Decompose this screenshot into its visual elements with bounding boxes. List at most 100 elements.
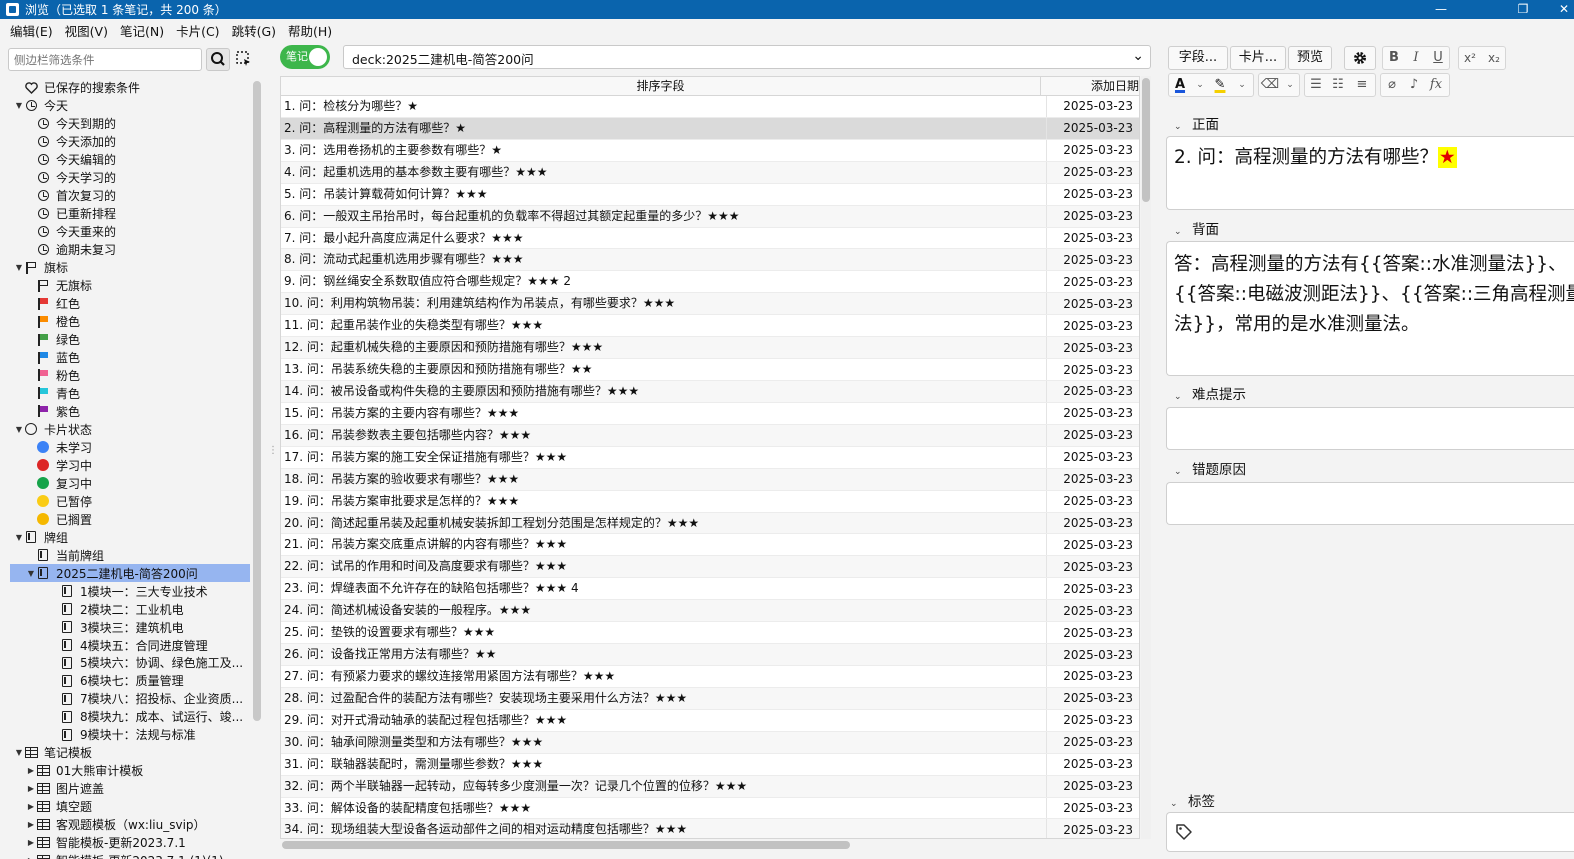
sidebar-item[interactable]: ▼ 笔记模板	[10, 744, 250, 762]
sidebar-item[interactable]: 今天编辑的	[10, 151, 250, 169]
table-row[interactable]: 31. 问：联轴器装配时，需测量哪些参数？★★★ 2025-03-23	[281, 753, 1139, 776]
settings-button[interactable]	[1344, 46, 1376, 70]
sidebar-item[interactable]: 未学习	[10, 438, 250, 456]
formula-icon[interactable]: fx	[1426, 74, 1446, 96]
chevron-down-icon[interactable]: ▼	[26, 569, 36, 578]
sidebar-item[interactable]: 5模块六：协调、绿色施工及...	[10, 654, 250, 672]
table-row[interactable]: 14. 问：被吊设备或构件失稳的主要原因和预防措施有哪些？★★★ 2025-03-…	[281, 380, 1139, 403]
tags-field[interactable]	[1166, 812, 1574, 852]
sidebar-item[interactable]: 7模块八：招投标、企业资质...	[10, 690, 250, 708]
menu-notes[interactable]: 笔记(N)	[114, 21, 170, 40]
table-vertical-scrollbar[interactable]	[1141, 76, 1151, 839]
scrollbar-thumb[interactable]	[1142, 78, 1150, 202]
error-reason-field[interactable]	[1166, 482, 1574, 525]
sidebar-item[interactable]: ▶ 填空题	[10, 798, 250, 816]
table-row[interactable]: 30. 问：轴承间隙测量类型和方法有哪些？★★★ 2025-03-23	[281, 731, 1139, 754]
chevron-down-icon[interactable]: ⌄	[1174, 227, 1192, 237]
table-row[interactable]: 21. 问：吊装方案交底重点讲解的内容有哪些？★★★ 2025-03-23	[281, 534, 1139, 557]
chevron-down-icon[interactable]: ▼	[14, 101, 24, 110]
chevron-right-icon[interactable]: ▶	[26, 802, 36, 811]
table-row[interactable]: 7. 问：最小起升高度应满足什么要求？★★★ 2025-03-23	[281, 227, 1139, 250]
table-row[interactable]: 12. 问：起重机械失稳的主要原因和预防措施有哪些？★★★ 2025-03-23	[281, 337, 1139, 360]
sidebar-item[interactable]: 蓝色	[10, 349, 250, 367]
chevron-down-icon[interactable]: ⌄	[1280, 74, 1300, 96]
chevron-down-icon[interactable]: ⌄	[1170, 799, 1188, 809]
sidebar-item[interactable]: ▼ 卡片状态	[10, 420, 250, 438]
sidebar-item[interactable]: ▶ 图片遮盖	[10, 780, 250, 798]
table-row[interactable]: 2. 问：高程测量的方法有哪些？★ 2025-03-23	[281, 117, 1139, 140]
sidebar-item[interactable]: 1模块一：三大专业技术	[10, 582, 250, 600]
superscript-button[interactable]: x²	[1460, 47, 1480, 69]
table-row[interactable]: 23. 问：焊缝表面不允许存在的缺陷包括哪些？★★★ 4 2025-03-23	[281, 578, 1139, 601]
sidebar-item[interactable]: 橙色	[10, 313, 250, 331]
microphone-icon[interactable]: ♪	[1404, 74, 1424, 96]
sidebar-scrollbar[interactable]	[253, 81, 261, 721]
sidebar-item[interactable]: 逾期未复习	[10, 241, 250, 259]
column-added-date[interactable]: 添加日期	[1041, 77, 1139, 95]
table-row[interactable]: 10. 问：利用构筑物吊装：利用建筑结构作为吊装点，有哪些要求？★★★ 2025-…	[281, 293, 1139, 316]
splitter-handle[interactable]: ⋮	[268, 445, 278, 459]
table-row[interactable]: 6. 问：一般双主吊抬吊时，每台起重机的负载率不得超过其额定起重量的多少？★★★…	[281, 205, 1139, 228]
sidebar-item[interactable]: 无旗标	[10, 277, 250, 295]
table-row[interactable]: 9. 问：钢丝绳安全系数取值应符合哪些规定？★★★ 2 2025-03-23	[281, 271, 1139, 294]
sidebar-item[interactable]: ▶ 客观题模板（wx:liu_svip）	[10, 816, 250, 834]
table-row[interactable]: 28. 问：过盈配合件的装配方法有哪些？安装现场主要采用什么方法？★★★ 2025…	[281, 687, 1139, 710]
align-icon[interactable]: ≡	[1352, 74, 1372, 96]
sidebar-item[interactable]: 首次复习的	[10, 187, 250, 205]
sidebar-item[interactable]: 已暂停	[10, 492, 250, 510]
sidebar-item[interactable]: 青色	[10, 384, 250, 402]
chevron-down-icon[interactable]: ⌄	[1190, 74, 1210, 96]
table-row[interactable]: 19. 问：吊装方案审批要求是怎样的？★★★ 2025-03-23	[281, 490, 1139, 513]
chevron-right-icon[interactable]: ▶	[26, 838, 36, 847]
sidebar-search-input[interactable]	[8, 48, 202, 71]
sidebar-item[interactable]: ▼ 2025二建机电-简答200问	[10, 564, 250, 583]
table-row[interactable]: 8. 问：流动式起重机选用步骤有哪些？★★★ 2025-03-23	[281, 249, 1139, 272]
sidebar-item[interactable]: 9模块十：法规与标准	[10, 726, 250, 744]
table-horizontal-scrollbar[interactable]	[282, 841, 850, 849]
menu-cards[interactable]: 卡片(C)	[170, 21, 225, 40]
front-field-label[interactable]: ⌄ 正面	[1174, 113, 1219, 133]
table-row[interactable]: 4. 问：起重机选用的基本参数主要有哪些？★★★ 2025-03-23	[281, 161, 1139, 184]
table-row[interactable]: 3. 问：选用卷扬机的主要参数有哪些？★ 2025-03-23	[281, 139, 1139, 162]
chevron-down-icon[interactable]: ⌄	[1174, 467, 1192, 477]
chevron-down-icon[interactable]: ▼	[14, 263, 24, 272]
search-button[interactable]	[206, 48, 230, 71]
hint-field[interactable]	[1166, 407, 1574, 450]
chevron-right-icon[interactable]: ▶	[26, 784, 36, 793]
table-row[interactable]: 11. 问：起重吊装作业的失稳类型有哪些？★★★ 2025-03-23	[281, 315, 1139, 338]
subscript-button[interactable]: x₂	[1484, 47, 1504, 69]
chevron-right-icon[interactable]: ▶	[26, 766, 36, 775]
notes-cards-toggle[interactable]: 笔记	[280, 45, 330, 69]
table-row[interactable]: 20. 问：简述起重吊装及起重机械安装拆卸工程划分范围是怎样规定的？★★★ 202…	[281, 512, 1139, 535]
maximize-button[interactable]: ❐	[1500, 0, 1546, 19]
chevron-down-icon[interactable]: ⌄	[1232, 74, 1252, 96]
table-row[interactable]: 16. 问：吊装参数表主要包括哪些内容？★★★ 2025-03-23	[281, 424, 1139, 447]
table-row[interactable]: 26. 问：设备找正常用方法有哪些？★★ 2025-03-23	[281, 644, 1139, 666]
sidebar-item[interactable]: 今天重来的	[10, 223, 250, 241]
table-row[interactable]: 29. 问：对开式滑动轴承的装配过程包括哪些？★★★ 2025-03-23	[281, 709, 1139, 732]
column-sort-field[interactable]: 排序字段	[281, 77, 1041, 95]
sidebar-item[interactable]: ▼ 旗标	[10, 259, 250, 277]
tags-label[interactable]: ⌄ 标签	[1170, 790, 1215, 810]
sidebar-item[interactable]: ▼ 今天	[10, 97, 250, 115]
sidebar-item[interactable]: 学习中	[10, 456, 250, 474]
chevron-down-icon[interactable]: ▼	[14, 533, 24, 542]
search-query-input[interactable]: deck:2025二建机电-简答200问 ⌄	[343, 45, 1151, 69]
menu-help[interactable]: 帮助(H)	[282, 21, 338, 40]
sidebar-item[interactable]: 今天到期的	[10, 115, 250, 133]
chevron-right-icon[interactable]: ▶	[26, 820, 36, 829]
chevron-down-icon[interactable]: ⌄	[1174, 122, 1192, 132]
table-row[interactable]: 22. 问：试吊的作用和时间及高度要求有哪些？★★★ 2025-03-23	[281, 556, 1139, 579]
close-button[interactable]: ✕	[1554, 0, 1574, 19]
eraser-icon[interactable]: ⌫	[1260, 74, 1280, 96]
menu-go[interactable]: 跳转(G)	[226, 21, 282, 40]
fields-button[interactable]: 字段...	[1168, 46, 1228, 70]
sidebar-item[interactable]: 粉色	[10, 367, 250, 385]
table-row[interactable]: 32. 问：两个半联轴器一起转动，应每转多少度测量一次？记录几个位置的位移？★★…	[281, 775, 1139, 798]
sidebar-item[interactable]: 4模块五：合同进度管理	[10, 636, 250, 654]
attach-icon[interactable]: ⌀	[1382, 74, 1402, 96]
underline-button[interactable]: U	[1428, 47, 1448, 69]
table-row[interactable]: 15. 问：吊装方案的主要内容有哪些？★★★ 2025-03-23	[281, 402, 1139, 425]
highlight-icon[interactable]: ✎	[1210, 74, 1230, 96]
sidebar-item[interactable]: 当前牌组	[10, 546, 250, 564]
